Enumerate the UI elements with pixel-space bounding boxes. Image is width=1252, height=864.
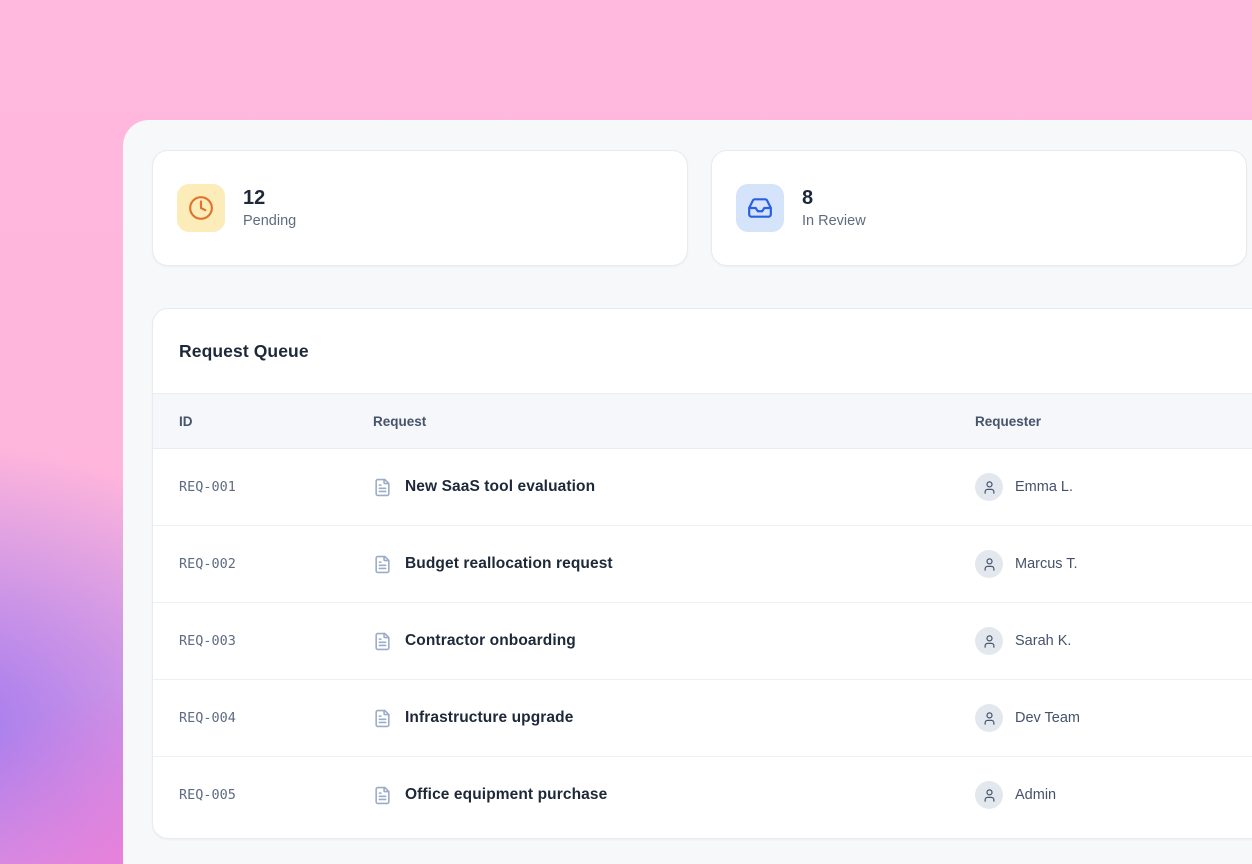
pending-icon-badge (177, 184, 225, 232)
in-review-count: 8 (802, 187, 866, 210)
column-header-requester: Requester (975, 414, 1252, 429)
pending-label: Pending (243, 213, 296, 229)
file-text-icon (373, 478, 392, 497)
row-id: REQ-004 (153, 710, 373, 726)
table-row[interactable]: REQ-004 Infrastructure upgrade Dev Team (153, 680, 1252, 757)
table-row[interactable]: REQ-002 Budget reallocation request Marc… (153, 526, 1252, 603)
stat-text: 8 In Review (802, 187, 866, 229)
stat-card-in-review: 8 In Review (711, 150, 1247, 266)
row-request: Infrastructure upgrade (405, 709, 573, 727)
table-row[interactable]: REQ-003 Contractor onboarding Sarah K. (153, 603, 1252, 680)
row-requester: Admin (1015, 787, 1056, 803)
file-text-icon (373, 555, 392, 574)
avatar (975, 627, 1003, 655)
clock-icon (188, 195, 214, 221)
avatar (975, 781, 1003, 809)
row-request: Office equipment purchase (405, 786, 607, 804)
table-body: REQ-001 New SaaS tool evaluation Emma L.… (153, 449, 1252, 833)
in-review-label: In Review (802, 213, 866, 229)
column-header-id: ID (153, 414, 373, 429)
pending-count: 12 (243, 187, 296, 210)
request-queue-title: Request Queue (153, 309, 1252, 393)
user-icon (982, 788, 997, 803)
row-requester: Emma L. (1015, 479, 1073, 495)
row-id: REQ-005 (153, 787, 373, 803)
stat-text: 12 Pending (243, 187, 296, 229)
row-request: New SaaS tool evaluation (405, 478, 595, 496)
row-request: Budget reallocation request (405, 555, 613, 573)
row-id: REQ-001 (153, 479, 373, 495)
row-id: REQ-003 (153, 633, 373, 649)
user-icon (982, 480, 997, 495)
inbox-icon (747, 195, 773, 221)
column-header-request: Request (373, 414, 975, 429)
file-text-icon (373, 709, 392, 728)
user-icon (982, 711, 997, 726)
table-header-row: ID Request Requester (153, 393, 1252, 449)
stats-row: 12 Pending 8 In Review (152, 150, 1252, 266)
avatar (975, 550, 1003, 578)
row-requester: Marcus T. (1015, 556, 1078, 572)
row-requester: Dev Team (1015, 710, 1080, 726)
main-panel: 12 Pending 8 In Review Request Queue ID … (123, 120, 1252, 864)
request-queue-card: Request Queue ID Request Requester REQ-0… (152, 308, 1252, 839)
row-requester: Sarah K. (1015, 633, 1071, 649)
avatar (975, 473, 1003, 501)
user-icon (982, 557, 997, 572)
file-text-icon (373, 786, 392, 805)
avatar (975, 704, 1003, 732)
stat-card-pending: 12 Pending (152, 150, 688, 266)
row-request: Contractor onboarding (405, 632, 576, 650)
user-icon (982, 634, 997, 649)
in-review-icon-badge (736, 184, 784, 232)
file-text-icon (373, 632, 392, 651)
table-row[interactable]: REQ-001 New SaaS tool evaluation Emma L. (153, 449, 1252, 526)
table-row[interactable]: REQ-005 Office equipment purchase Admin (153, 757, 1252, 833)
row-id: REQ-002 (153, 556, 373, 572)
